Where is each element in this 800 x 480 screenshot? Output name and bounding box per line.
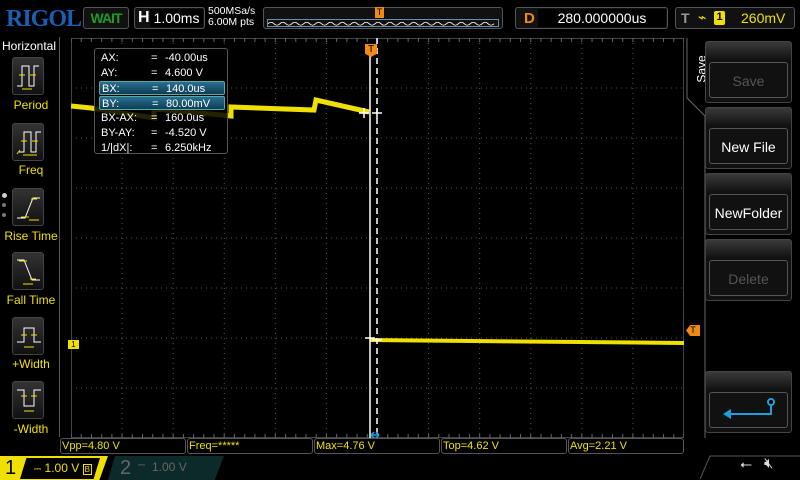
measurement-top[interactable]: Top=4.62 V: [441, 438, 567, 454]
period-icon: [17, 65, 39, 90]
cursor-row-ay: AY: = 4.600 V: [99, 66, 225, 80]
new-folder-button[interactable]: NewFolder: [705, 173, 792, 235]
rise-time-button[interactable]: [12, 188, 44, 226]
measurement-avg[interactable]: Avg=2.21 V: [568, 438, 684, 454]
channel-1-tab[interactable]: 1 ⎓ 1.00 V B: [0, 456, 108, 480]
timebase-label: H: [138, 9, 150, 26]
sidebar-item-positive-width[interactable]: +Width: [0, 357, 62, 371]
cursor-key: BY:: [102, 98, 120, 110]
cursor-key: 1/|dX|:: [101, 142, 133, 154]
measure-sidebar: Horizontal Period Freq Rise Time Fall Ti…: [0, 37, 60, 437]
save-button[interactable]: Save: [705, 41, 792, 103]
channel-2-tab[interactable]: 2 ⎓ 1.00 V: [108, 456, 224, 480]
run-status: WAIT: [83, 7, 129, 29]
cursor-row-bx-ax: BX-AX: = 160.0us: [99, 111, 225, 125]
delay-display[interactable]: D 280.000000us: [515, 7, 668, 29]
save-label: Save: [709, 62, 788, 98]
cursor-key: AX:: [101, 52, 119, 64]
cursor-key: BX-AX:: [101, 112, 138, 124]
sidebar-item-freq[interactable]: Freq: [0, 163, 62, 177]
page-indicator: [2, 193, 7, 233]
delay-value: 280.000000us: [538, 9, 666, 27]
cursor-eq: =: [151, 142, 158, 154]
rigol-logo: RIGOL: [6, 6, 82, 32]
timebase-display[interactable]: H 1.00ms: [134, 7, 205, 29]
channel-2-number: 2: [120, 457, 132, 479]
cursor-readout: AX: = -40.00us AY: = 4.600 V BX: = 140.0us BY:…: [94, 48, 228, 154]
sidebar-item-negative-width[interactable]: -Width: [0, 422, 62, 436]
dc-coupling-icon: ⎓: [34, 464, 42, 474]
new-file-button[interactable]: New File: [705, 107, 792, 169]
cursor-row-by[interactable]: BY: = 80.00mV: [99, 96, 225, 110]
delete-label: Delete: [709, 260, 788, 296]
sidebar-item-fall-time[interactable]: Fall Time: [0, 293, 62, 307]
bandwidth-limit-icon: B: [82, 464, 92, 475]
rise-time-icon: [17, 197, 40, 221]
cursor-eq: =: [152, 98, 159, 110]
ch1-ground-marker[interactable]: 1: [68, 340, 79, 349]
positive-width-icon: [17, 327, 41, 348]
period-button[interactable]: [12, 57, 44, 95]
measurement-max[interactable]: Max=4.76 V: [314, 438, 440, 454]
cursor-eq: =: [151, 127, 158, 139]
trigger-label: T: [681, 10, 690, 26]
freq-button[interactable]: [12, 123, 44, 161]
cursor-value: 80.00mV: [166, 98, 211, 110]
cursor-eq: =: [151, 112, 158, 124]
measurement-vpp[interactable]: Vpp=4.80 V: [60, 438, 186, 454]
cursor-eq: =: [151, 67, 158, 79]
menu-tab-outline: [686, 38, 706, 438]
cursor-value: -4.520 V: [165, 127, 207, 139]
channel-1-scale: 1.00 V: [44, 461, 80, 475]
acquisition-info: 500MSa/s 6.00M pts: [208, 6, 255, 28]
falling-edge-icon: ⌁: [698, 9, 707, 25]
sidebar-title: Horizontal: [2, 39, 57, 53]
speaker-muted-icon[interactable]: 🔇︎: [764, 455, 773, 472]
measurement-freq[interactable]: Freq=*****: [187, 438, 313, 454]
cursor-row-inv-dx: 1/|dX|: = 6.250kHz: [99, 141, 225, 155]
sidebar-item-period[interactable]: Period: [0, 98, 62, 112]
channel-2-scale: 1.00 V: [152, 460, 187, 474]
cursor-eq: =: [152, 83, 159, 95]
return-button[interactable]: [705, 371, 792, 433]
new-folder-label: NewFolder: [709, 194, 788, 230]
negative-width-icon: [17, 389, 41, 412]
delay-label: D: [524, 10, 535, 27]
freq-icon: [16, 131, 41, 156]
cursor-row-by-ay: BY-AY: = -4.520 V: [99, 126, 225, 140]
timebase-value: 1.00ms: [150, 9, 203, 27]
cursor-value: 160.0us: [165, 112, 205, 124]
delete-button[interactable]: Delete: [705, 239, 792, 301]
positive-width-button[interactable]: [12, 317, 44, 355]
memory-overview: T: [263, 7, 503, 29]
cursor-row-bx[interactable]: BX: = 140.0us: [99, 81, 225, 95]
sidebar-item-rise-time[interactable]: Rise Time: [0, 229, 62, 243]
cursor-value: 140.0us: [166, 83, 206, 95]
ch1-trace: [369, 338, 684, 345]
trigger-display[interactable]: T ⌁ 1 260mV: [675, 7, 795, 29]
fall-time-icon: [17, 259, 40, 285]
negative-width-button[interactable]: [12, 381, 44, 419]
new-file-label: New File: [709, 128, 788, 164]
trigger-level: 260mV: [741, 10, 786, 26]
cursor-key: AY:: [101, 67, 118, 79]
channel-1-number: 1: [5, 457, 17, 479]
overview-trigger-marker: T: [375, 7, 384, 18]
memory-depth: 6.00M pts: [208, 16, 255, 28]
dc-coupling-icon: ⎓: [138, 460, 146, 470]
cursor-value: 4.600 V: [165, 67, 203, 79]
cursor-key: BX:: [102, 83, 120, 95]
cursor-eq: =: [151, 52, 158, 64]
cursor-row-ax: AX: = -40.00us: [99, 51, 225, 65]
trigger-source: 1: [714, 11, 725, 25]
cursor-key: BY-AY:: [101, 127, 135, 139]
usb-icon: ⭠: [740, 456, 753, 473]
overview-waveform: [267, 19, 499, 27]
return-icon: [722, 398, 775, 419]
cursor-value: 6.250kHz: [165, 142, 212, 154]
cursor-value: -40.00us: [165, 52, 208, 64]
fall-time-button[interactable]: [12, 252, 44, 290]
